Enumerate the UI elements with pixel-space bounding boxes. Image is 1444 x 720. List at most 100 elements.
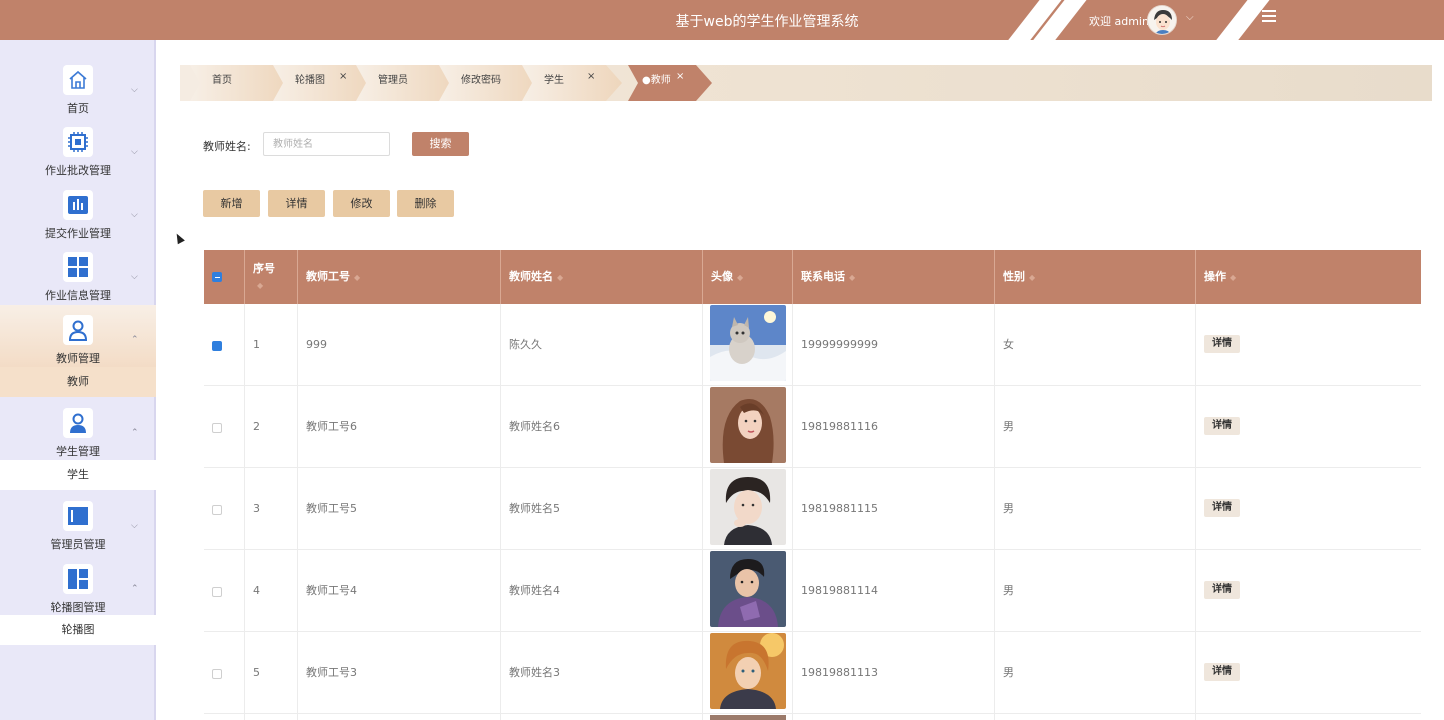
chevron-down-icon[interactable]: ⌵ [1186, 12, 1194, 23]
chevron-up-icon: ⌃ [131, 335, 139, 345]
sidebar-item-home[interactable]: 首页 ⌵ [0, 55, 156, 117]
sort-icon[interactable]: ◆ [557, 273, 563, 282]
select-all-checkbox[interactable] [212, 272, 222, 282]
detail-button[interactable]: 详情 [268, 190, 325, 217]
table-header: 序号 ◆ 教师工号 ◆ 教师姓名 ◆ 头像 ◆ 联系电话 ◆ 性别 ◆ 操作 ◆ [204, 250, 1421, 304]
sidebar-item-teacher-management[interactable]: 教师管理 ⌃ [0, 305, 156, 367]
row-teacher-id: 教师工号4 [298, 550, 501, 632]
tab-carousel[interactable]: 轮播图 × [273, 65, 373, 101]
sort-icon[interactable]: ◆ [1029, 273, 1035, 282]
chevron-down-icon: ⌵ [131, 85, 138, 95]
sidebar-item-admin-management[interactable]: 管理员管理 ⌵ [0, 491, 156, 553]
menu-toggle-icon[interactable] [1262, 10, 1276, 22]
sort-icon[interactable]: ◆ [257, 281, 263, 290]
add-button[interactable]: 新增 [203, 190, 260, 217]
teacher-avatar-image [710, 387, 786, 463]
chevron-down-icon: ⌵ [131, 147, 138, 157]
row-checkbox[interactable] [212, 669, 222, 679]
tab-home[interactable]: 首页 [190, 65, 290, 101]
sort-icon[interactable]: ◆ [354, 273, 360, 282]
breadcrumb-tabs: 首页 轮播图 × 管理员 修改密码 学生 × ●教师 × [180, 65, 1432, 101]
row-phone: 19819881115 [793, 468, 995, 550]
sort-icon[interactable]: ◆ [849, 273, 855, 282]
row-detail-button[interactable]: 详情 [1204, 663, 1240, 681]
sidebar-subitem-student[interactable]: 学生 [0, 460, 156, 490]
row-detail-button[interactable]: 详情 [1204, 417, 1240, 435]
teacher-avatar-image [710, 305, 786, 381]
mouse-cursor-icon [173, 231, 185, 245]
row-teacher-name: 教师姓名4 [501, 550, 703, 632]
user-icon [63, 315, 93, 345]
close-icon[interactable]: × [676, 61, 684, 93]
sidebar-subitem-carousel[interactable]: 轮播图 [0, 615, 156, 645]
row-index: 2 [245, 386, 298, 468]
tab-change-password[interactable]: 修改密码 [439, 65, 539, 101]
column-header-teacher-id[interactable]: 教师工号 ◆ [298, 250, 501, 304]
column-header-avatar[interactable]: 头像 ◆ [703, 250, 793, 304]
teacher-name-search-input[interactable] [263, 132, 390, 156]
row-index: 3 [245, 468, 298, 550]
row-gender: 男 [995, 550, 1196, 632]
table-row [204, 714, 1421, 720]
row-teacher-name: 教师姓名3 [501, 632, 703, 714]
row-detail-button[interactable]: 详情 [1204, 581, 1240, 599]
sidebar-item-student-management[interactable]: 学生管理 ⌃ [0, 398, 156, 460]
welcome-text: 欢迎 admin [1089, 15, 1149, 28]
table-row[interactable]: 5 教师工号3 教师姓名3 19819881113 男 详情 [204, 632, 1421, 714]
row-phone: 19819881114 [793, 550, 995, 632]
panel-icon [63, 501, 93, 531]
row-checkbox[interactable] [212, 423, 222, 433]
sidebar-item-submit-homework[interactable]: 提交作业管理 ⌵ [0, 180, 156, 242]
chevron-down-icon: ⌵ [131, 272, 138, 282]
tab-teacher[interactable]: ●教师 × [628, 65, 712, 101]
row-gender: 男 [995, 386, 1196, 468]
row-teacher-id: 999 [298, 304, 501, 386]
search-label: 教师姓名: [203, 140, 251, 153]
table-row[interactable]: 4 教师工号4 教师姓名4 19819881114 男 详情 [204, 550, 1421, 632]
search-button[interactable]: 搜索 [412, 132, 469, 156]
row-checkbox[interactable] [212, 505, 222, 515]
sidebar-item-homework-grading[interactable]: 作业批改管理 ⌵ [0, 117, 156, 179]
close-icon[interactable]: × [339, 61, 347, 93]
select-all-cell [204, 250, 245, 304]
row-phone: 19819881116 [793, 386, 995, 468]
row-index: 4 [245, 550, 298, 632]
sort-icon[interactable]: ◆ [737, 273, 743, 282]
column-header-index[interactable]: 序号 ◆ [245, 250, 298, 304]
row-index: 1 [245, 304, 298, 386]
column-header-actions[interactable]: 操作 ◆ [1196, 250, 1421, 304]
table-row[interactable]: 2 教师工号6 教师姓名6 19819881116 男 详情 [204, 386, 1421, 468]
table-row[interactable]: 3 教师工号5 教师姓名5 19819881115 男 详情 [204, 468, 1421, 550]
column-header-phone[interactable]: 联系电话 ◆ [793, 250, 995, 304]
sidebar-item-homework-info[interactable]: 作业信息管理 ⌵ [0, 242, 156, 304]
tab-admin[interactable]: 管理员 [356, 65, 456, 101]
close-icon[interactable]: × [587, 61, 595, 93]
row-phone: 19999999999 [793, 304, 995, 386]
row-detail-button[interactable]: 详情 [1204, 499, 1240, 517]
column-header-gender[interactable]: 性别 ◆ [995, 250, 1196, 304]
row-checkbox[interactable] [212, 587, 222, 597]
sidebar-subitem-teacher[interactable]: 教师 [0, 367, 156, 397]
delete-button[interactable]: 删除 [397, 190, 454, 217]
sidebar-item-carousel-management[interactable]: 轮播图管理 ⌃ [0, 554, 156, 616]
layout-icon [63, 564, 93, 594]
row-gender: 男 [995, 632, 1196, 714]
row-checkbox[interactable] [212, 339, 222, 421]
table-row[interactable]: 1 999 陈久久 19999999999 女 详情 [204, 304, 1421, 421]
sort-icon[interactable]: ◆ [1230, 273, 1236, 282]
row-detail-button[interactable]: 详情 [1204, 335, 1240, 353]
tab-student[interactable]: 学生 × [522, 65, 622, 101]
chevron-up-icon: ⌃ [131, 428, 139, 438]
edit-button[interactable]: 修改 [333, 190, 390, 217]
row-index: 5 [245, 632, 298, 714]
sidebar: 首页 ⌵ 作业批改管理 ⌵ 提交作业管理 ⌵ 作业信息管理 ⌵ 教师管理 ⌃ 教… [0, 40, 156, 720]
column-header-teacher-name[interactable]: 教师姓名 ◆ [501, 250, 703, 304]
chip-icon [63, 127, 93, 157]
row-gender: 男 [995, 468, 1196, 550]
row-gender: 女 [995, 304, 1196, 386]
teacher-avatar-image [710, 469, 786, 545]
row-teacher-id: 教师工号5 [298, 468, 501, 550]
chevron-down-icon: ⌵ [131, 210, 138, 220]
user-avatar[interactable] [1147, 5, 1177, 35]
chevron-down-icon: ⌵ [131, 521, 138, 531]
